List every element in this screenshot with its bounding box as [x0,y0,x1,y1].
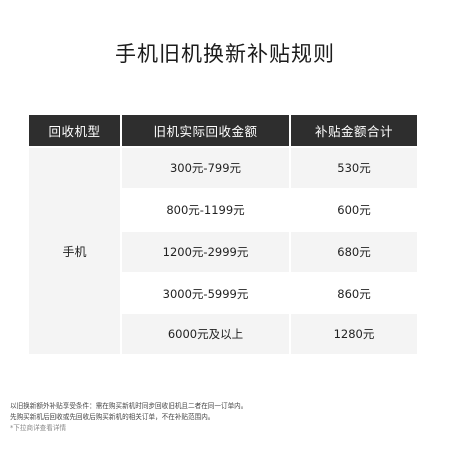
table-row: 6000元及以上 1280元 [122,314,417,354]
subsidy-rules-page: 手机旧机换新补贴规则 回收机型 旧机实际回收金额 补贴金额合计 手机 300元-… [0,0,450,450]
recycle-range-cell: 800元-1199元 [122,190,289,230]
subsidy-cell: 530元 [291,148,417,188]
header-model: 回收机型 [29,115,120,146]
model-cell: 手机 [29,148,120,354]
recycle-range-cell: 1200元-2999元 [122,232,289,272]
subsidy-cell: 680元 [291,232,417,272]
table-row: 800元-1199元 600元 [122,190,417,230]
subsidy-cell: 600元 [291,190,417,230]
table-row: 3000元-5999元 860元 [122,274,417,314]
header-recycle-amount: 旧机实际回收金额 [122,115,289,146]
table-row: 1200元-2999元 680元 [122,232,417,272]
subsidy-cell: 1280元 [291,314,417,354]
details-hint: *下拉商详查看详情 [10,424,67,432]
terms-line-1: 以旧换新额外补贴享受条件：需在购买新机时同步回收旧机且二者在同一订单内。 [10,402,248,410]
header-subsidy-total: 补贴金额合计 [291,115,417,146]
recycle-range-cell: 300元-799元 [122,148,289,188]
terms-notes: 以旧换新额外补贴享受条件：需在购买新机时同步回收旧机且二者在同一订单内。 先购买… [10,401,440,434]
recycle-range-cell: 6000元及以上 [122,314,289,354]
recycle-range-cell: 3000元-5999元 [122,274,289,314]
subsidy-table: 回收机型 旧机实际回收金额 补贴金额合计 手机 300元-799元 530元 8… [29,115,417,354]
subsidy-cell: 860元 [291,274,417,314]
page-title: 手机旧机换新补贴规则 [115,42,335,66]
table-row: 300元-799元 530元 [122,148,417,188]
terms-line-2: 先购买新机后回收或先回收后购买新机的相关订单，不在补贴范围内。 [10,413,215,421]
